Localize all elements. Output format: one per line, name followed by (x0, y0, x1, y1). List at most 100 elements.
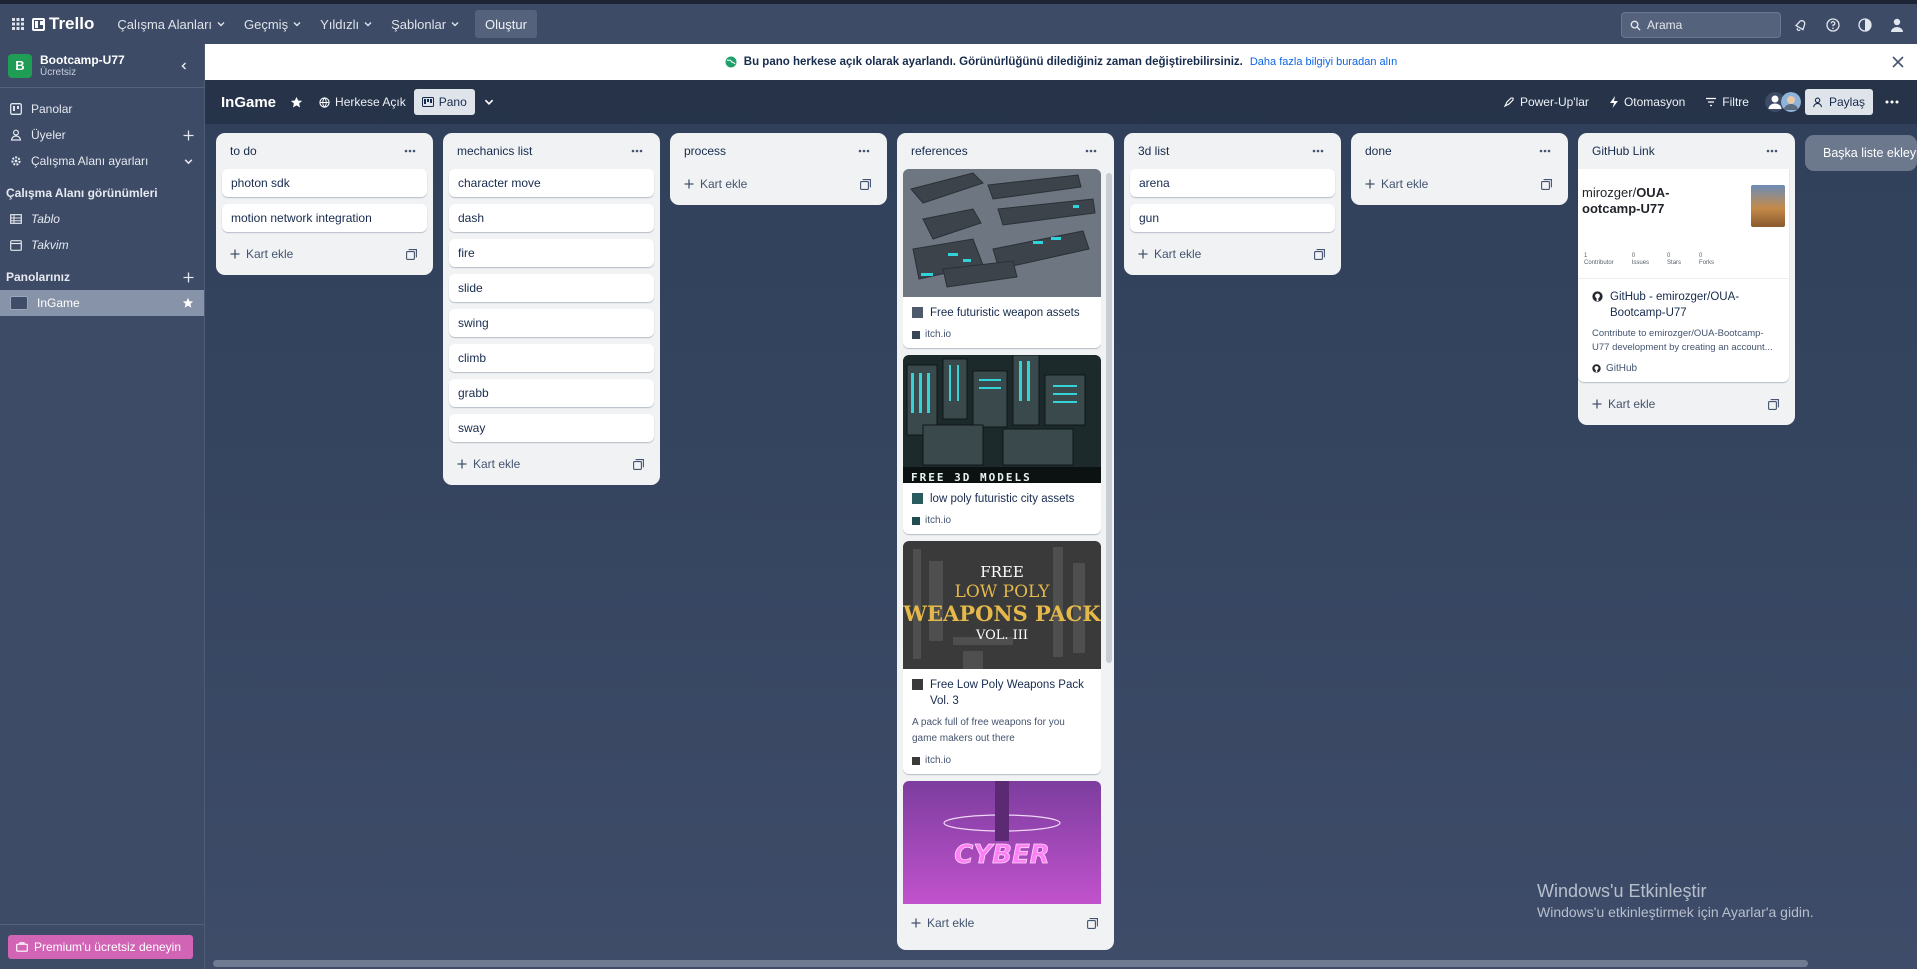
member-avatars[interactable] (1764, 92, 1801, 112)
list-header[interactable]: mechanics list (449, 133, 654, 169)
card[interactable]: sway (449, 414, 654, 442)
card-template-icon[interactable] (1765, 396, 1781, 412)
list-title[interactable]: 3d list (1138, 144, 1169, 158)
card[interactable]: dash (449, 204, 654, 232)
list-title[interactable]: done (1365, 144, 1392, 158)
board-title[interactable]: InGame (215, 94, 282, 111)
card[interactable]: character move (449, 169, 654, 197)
card[interactable]: swing (449, 309, 654, 337)
list-menu-icon[interactable] (1082, 142, 1100, 160)
workspace-avatar[interactable]: B (8, 53, 32, 78)
add-card-button[interactable]: Kart ekle (222, 239, 427, 269)
star-icon[interactable] (182, 297, 194, 309)
nav-workspaces[interactable]: Çalışma Alanları (108, 8, 235, 40)
premium-trial-button[interactable]: Premium'u ücretsiz deneyin (8, 935, 193, 959)
list-menu-icon[interactable] (855, 142, 873, 160)
banner-learn-more-link[interactable]: Daha fazla bilgiyi buradan alın (1250, 56, 1397, 68)
add-card-button[interactable]: Kart ekle (1130, 239, 1335, 269)
link-card[interactable]: Free futuristic weapon assets itch.io (903, 169, 1101, 348)
list-header[interactable]: process (676, 133, 881, 169)
list-menu-icon[interactable] (628, 142, 646, 160)
list-scrollbar[interactable] (1106, 173, 1112, 663)
card-template-icon[interactable] (1538, 176, 1554, 192)
add-card-button[interactable]: Kart ekle (1584, 389, 1789, 419)
filter-button[interactable]: Filtre (1697, 89, 1757, 115)
workspace-plan: Ücretsiz (40, 67, 77, 78)
app-switcher-icon[interactable] (8, 14, 28, 34)
sidebar-item-settings[interactable]: Çalışma Alanı ayarları (0, 148, 204, 174)
link-card[interactable]: FREE LOW POLY WEAPONS PACK VOL. III Free… (903, 541, 1101, 774)
visibility-button[interactable]: Herkese Açık (311, 89, 414, 115)
nav-templates[interactable]: Şablonlar (382, 8, 469, 40)
link-card[interactable]: FREE 3D MODELS low poly futuristic city … (903, 355, 1101, 534)
search-input[interactable]: Arama (1621, 12, 1781, 38)
nav-starred[interactable]: Yıldızlı (311, 8, 382, 40)
card[interactable]: fire (449, 239, 654, 267)
board-menu-icon[interactable] (1877, 89, 1907, 115)
board-view-button[interactable]: Pano (413, 89, 475, 115)
add-board-icon[interactable] (183, 272, 198, 283)
card-template-icon[interactable] (1311, 246, 1327, 262)
help-icon[interactable] (1821, 13, 1845, 37)
list-title[interactable]: mechanics list (457, 144, 532, 158)
add-card-label: Kart ekle (1381, 177, 1429, 191)
nav-recent[interactable]: Geçmiş (235, 8, 311, 40)
card-template-icon[interactable] (1084, 915, 1100, 931)
list-title[interactable]: GitHub Link (1592, 144, 1655, 158)
card-template-icon[interactable] (403, 246, 419, 262)
board-horizontal-scrollbar[interactable] (213, 960, 1808, 967)
add-card-button[interactable]: Kart ekle (1357, 169, 1562, 199)
card-template-icon[interactable] (630, 456, 646, 472)
workspace-name[interactable]: Bootcamp-U77 (40, 53, 125, 67)
list-header[interactable]: GitHub Link (1584, 133, 1789, 169)
share-label: Paylaş (1828, 95, 1865, 109)
nav-label: Yıldızlı (320, 16, 360, 32)
card[interactable]: gun (1130, 204, 1335, 232)
close-icon[interactable] (1889, 53, 1907, 71)
sidebar-item-members[interactable]: Üyeler (0, 122, 204, 148)
card[interactable]: arena (1130, 169, 1335, 197)
add-card-button[interactable]: Kart ekle (676, 169, 881, 199)
powerups-button[interactable]: Power-Up'lar (1495, 89, 1597, 115)
list-menu-icon[interactable] (1309, 142, 1327, 160)
notifications-bell-icon[interactable] (1789, 13, 1813, 37)
add-list-button[interactable]: Başka liste ekleyin (1805, 135, 1917, 171)
references-scroll-area[interactable]: Free futuristic weapon assets itch.io FR… (903, 169, 1101, 904)
card[interactable]: photon sdk (222, 169, 427, 197)
theme-toggle-icon[interactable] (1853, 13, 1877, 37)
sidebar-item-table[interactable]: Tablo (0, 206, 204, 232)
create-button[interactable]: Oluştur (475, 10, 537, 38)
list-header[interactable]: references (903, 133, 1108, 169)
list-header[interactable]: to do (222, 133, 427, 169)
list-menu-icon[interactable] (1536, 142, 1554, 160)
card-description: Contribute to emirozger/OUA-Bootcamp-U77… (1592, 328, 1773, 353)
star-board-icon[interactable] (282, 89, 311, 115)
sidebar-board-ingame[interactable]: InGame (0, 290, 204, 316)
card[interactable]: motion network integration (222, 204, 427, 232)
collapse-sidebar-icon[interactable] (172, 54, 196, 78)
sidebar-item-boards[interactable]: Panolar (0, 96, 204, 122)
add-card-button[interactable]: Kart ekle (903, 908, 1108, 938)
github-link-card[interactable]: mirozger/OUA- ootcamp-U77 1 Contributor 0… (1578, 169, 1789, 382)
list-header[interactable]: done (1357, 133, 1562, 169)
card[interactable]: grabb (449, 379, 654, 407)
link-card[interactable]: CYBER (903, 781, 1101, 904)
card[interactable]: slide (449, 274, 654, 302)
card-template-icon[interactable] (857, 176, 873, 192)
views-dropdown-icon[interactable] (475, 89, 503, 115)
list-header[interactable]: 3d list (1130, 133, 1335, 169)
add-card-button[interactable]: Kart ekle (449, 449, 654, 479)
share-button[interactable]: Paylaş (1804, 89, 1873, 115)
account-avatar-icon[interactable] (1885, 13, 1909, 37)
trello-logo[interactable]: Trello (32, 14, 94, 34)
list-menu-icon[interactable] (401, 142, 419, 160)
chevron-down-icon[interactable] (183, 156, 194, 167)
automation-button[interactable]: Otomasyon (1601, 89, 1693, 115)
list-menu-icon[interactable] (1763, 142, 1781, 160)
card[interactable]: climb (449, 344, 654, 372)
list-title[interactable]: to do (230, 144, 257, 158)
list-title[interactable]: references (911, 144, 968, 158)
add-member-icon[interactable] (183, 130, 194, 141)
list-title[interactable]: process (684, 144, 726, 158)
sidebar-item-calendar[interactable]: Takvim (0, 232, 204, 258)
